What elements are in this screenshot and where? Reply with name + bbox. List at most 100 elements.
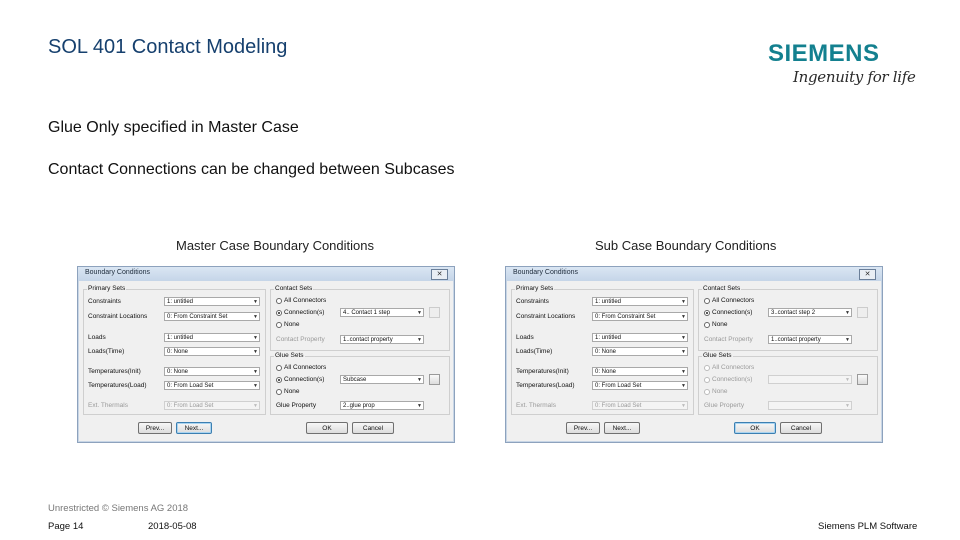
glue-connection-select[interactable]: Subcase ▼ — [340, 375, 424, 384]
contact-all-connectors-radio[interactable] — [276, 298, 282, 304]
prev-button[interactable]: Prev... — [138, 422, 172, 434]
chevron-down-icon: ▼ — [417, 377, 422, 383]
contact-property-select[interactable]: 1..contact property ▼ — [340, 335, 424, 344]
loads-select[interactable]: 1: untitled ▼ — [164, 333, 260, 342]
glue-sets-label: Glue Sets — [702, 352, 733, 359]
logo-wordmark: SIEMENS — [768, 40, 880, 67]
loads-label: Loads — [88, 334, 106, 341]
constraint-locations-select[interactable]: 0: From Constraint Set ▼ — [592, 312, 688, 321]
close-button[interactable]: ✕ — [859, 269, 876, 280]
ok-button[interactable]: OK — [306, 422, 348, 434]
constraint-locations-label: Constraint Locations — [516, 313, 576, 320]
temperatures-load-value: 0: From Load Set — [595, 383, 642, 389]
ext-thermals-select[interactable]: 0: From Load Set ▼ — [164, 401, 260, 410]
contact-none-label: None — [712, 321, 728, 328]
contact-none-radio[interactable] — [704, 322, 710, 328]
constraint-locations-value: 0: From Constraint Set — [167, 314, 228, 320]
temperatures-load-value: 0: From Load Set — [167, 383, 214, 389]
chevron-down-icon: ▼ — [253, 369, 258, 375]
constraint-locations-select[interactable]: 0: From Constraint Set ▼ — [164, 312, 260, 321]
glue-none-label: None — [284, 388, 300, 395]
primary-sets-label: Primary Sets — [87, 285, 127, 292]
glue-connection-select[interactable]: ▼ — [768, 375, 852, 384]
chevron-down-icon: ▼ — [253, 314, 258, 320]
glue-select-button[interactable] — [857, 374, 868, 385]
chevron-down-icon: ▼ — [253, 383, 258, 389]
chevron-down-icon: ▼ — [681, 314, 686, 320]
contact-none-radio[interactable] — [276, 322, 282, 328]
contact-connection-value: 4.. Contact 1 step — [343, 310, 391, 316]
contact-select-button[interactable] — [857, 307, 868, 318]
loads-time-label: Loads(Time) — [516, 348, 553, 355]
next-button[interactable]: Next... — [604, 422, 640, 434]
constraints-value: 1: untitled — [595, 299, 622, 305]
constraints-value: 1: untitled — [167, 299, 194, 305]
chevron-down-icon: ▼ — [253, 299, 258, 305]
glue-property-select[interactable]: 2..glue prop ▼ — [340, 401, 424, 410]
caption-sub-case: Sub Case Boundary Conditions — [595, 238, 777, 253]
contact-sets-label: Contact Sets — [274, 285, 314, 292]
chevron-down-icon: ▼ — [681, 335, 686, 341]
glue-property-label: Glue Property — [704, 402, 745, 409]
glue-connections-radio[interactable] — [704, 377, 710, 383]
next-button[interactable]: Next... — [176, 422, 212, 434]
loads-time-select[interactable]: 0: None ▼ — [592, 347, 688, 356]
chevron-down-icon: ▼ — [681, 299, 686, 305]
close-button[interactable]: ✕ — [431, 269, 448, 280]
glue-all-connectors-radio[interactable] — [276, 365, 282, 371]
temperatures-init-select[interactable]: 0: None ▼ — [164, 367, 260, 376]
temperatures-init-label: Temperatures(Init) — [516, 368, 569, 375]
ext-thermals-label: Ext. Thermals — [88, 402, 128, 409]
footer-classification: Unrestricted © Siemens AG 2018 — [48, 503, 189, 514]
constraints-select[interactable]: 1: untitled ▼ — [164, 297, 260, 306]
glue-property-select[interactable]: ▼ — [768, 401, 852, 410]
glue-sets-label: Glue Sets — [274, 352, 305, 359]
contact-connection-value: 3..contact step 2 — [771, 310, 816, 316]
caption-master-case: Master Case Boundary Conditions — [176, 238, 374, 253]
contact-property-select[interactable]: 1..contact property ▼ — [768, 335, 852, 344]
temperatures-load-select[interactable]: 0: From Load Set ▼ — [164, 381, 260, 390]
loads-time-value: 0: None — [167, 349, 189, 355]
glue-select-button[interactable] — [429, 374, 440, 385]
glue-connection-value: Subcase — [343, 377, 367, 383]
footer-page-number: Page 14 — [48, 521, 84, 532]
loads-time-select[interactable]: 0: None ▼ — [164, 347, 260, 356]
loads-label: Loads — [516, 334, 534, 341]
chevron-down-icon: ▼ — [253, 403, 258, 409]
contact-select-button[interactable] — [429, 307, 440, 318]
logo-tagline: Ingenuity for life — [793, 68, 916, 86]
glue-none-radio[interactable] — [704, 389, 710, 395]
chevron-down-icon: ▼ — [845, 377, 850, 383]
constraint-locations-label: Constraint Locations — [88, 313, 148, 320]
contact-all-connectors-radio[interactable] — [704, 298, 710, 304]
prev-button[interactable]: Prev... — [566, 422, 600, 434]
loads-value: 1: untitled — [595, 335, 622, 341]
chevron-down-icon: ▼ — [681, 369, 686, 375]
glue-none-radio[interactable] — [276, 389, 282, 395]
temperatures-load-label: Temperatures(Load) — [88, 382, 147, 389]
cancel-button[interactable]: Cancel — [352, 422, 394, 434]
ok-button[interactable]: OK — [734, 422, 776, 434]
chevron-down-icon: ▼ — [417, 337, 422, 343]
boundary-conditions-dialog-subcase: Boundary Conditions ✕ Primary Sets Const… — [505, 266, 883, 443]
glue-connections-radio[interactable] — [276, 377, 282, 383]
contact-connections-label: Connection(s) — [284, 309, 325, 316]
temperatures-init-select[interactable]: 0: None ▼ — [592, 367, 688, 376]
temperatures-load-select[interactable]: 0: From Load Set ▼ — [592, 381, 688, 390]
ext-thermals-select[interactable]: 0: From Load Set ▼ — [592, 401, 688, 410]
constraints-select[interactable]: 1: untitled ▼ — [592, 297, 688, 306]
glue-all-connectors-radio[interactable] — [704, 365, 710, 371]
siemens-logo: SIEMENS Ingenuity for life — [768, 40, 918, 92]
contact-none-label: None — [284, 321, 300, 328]
contact-property-label: Contact Property — [704, 336, 753, 343]
contact-connections-radio[interactable] — [704, 310, 710, 316]
contact-connections-radio[interactable] — [276, 310, 282, 316]
cancel-button[interactable]: Cancel — [780, 422, 822, 434]
contact-connection-select[interactable]: 3..contact step 2 ▼ — [768, 308, 852, 317]
loads-select[interactable]: 1: untitled ▼ — [592, 333, 688, 342]
ext-thermals-value: 0: From Load Set — [595, 403, 642, 409]
temperatures-load-label: Temperatures(Load) — [516, 382, 575, 389]
contact-property-label: Contact Property — [276, 336, 325, 343]
contact-connection-select[interactable]: 4.. Contact 1 step ▼ — [340, 308, 424, 317]
loads-time-label: Loads(Time) — [88, 348, 125, 355]
